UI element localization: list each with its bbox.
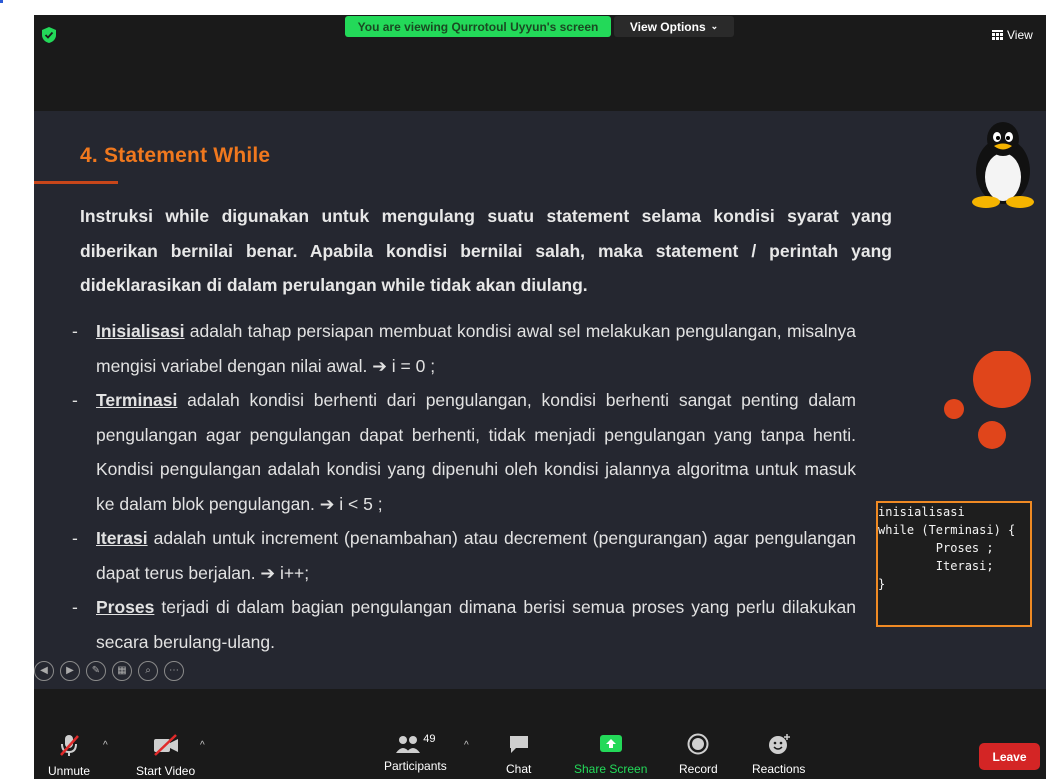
bullet-text: adalah tahap persiapan membuat kondisi a…	[96, 321, 856, 376]
bullet-list: - Inisialisasi adalah tahap persiapan mem…	[72, 314, 856, 659]
bullet-term: Proses	[96, 597, 155, 617]
participant-count: 49	[423, 733, 436, 745]
bullet-text: adalah untuk increment (penambahan) atau…	[96, 528, 856, 583]
list-item: - Terminasi adalah kondisi berhenti dari …	[72, 390, 856, 514]
bullet-text: adalah kondisi berhenti dari pengulangan…	[96, 390, 856, 514]
reactions-button[interactable]: Reactions	[752, 733, 805, 776]
participants-icon	[396, 736, 421, 753]
reactions-label: Reactions	[752, 762, 806, 776]
shared-slide: 4. Statement While Instruksi while digun…	[34, 111, 1046, 689]
screen-corner-marker	[0, 0, 3, 3]
more-icon[interactable]: ⋯	[164, 661, 184, 681]
view-options-button[interactable]: View Options ⌄	[614, 16, 734, 37]
participants-button[interactable]: 49 Participants	[384, 733, 447, 773]
chat-button[interactable]: Chat	[506, 733, 531, 776]
security-shield-icon[interactable]	[42, 27, 56, 43]
chevron-down-icon: ⌄	[710, 21, 719, 31]
start-video-label: Start Video	[136, 764, 196, 778]
pen-icon[interactable]: ✎	[86, 661, 106, 681]
slide-title: 4. Statement While	[80, 144, 271, 167]
share-screen-icon	[599, 735, 622, 752]
bullet-term: Terminasi	[96, 390, 178, 410]
code-line: while (Terminasi) {	[878, 523, 1016, 537]
audio-options-caret-icon[interactable]: ^	[103, 740, 108, 751]
chat-label: Chat	[506, 762, 532, 776]
record-icon	[687, 733, 709, 755]
list-item: - Inisialisasi adalah tahap persiapan mem…	[72, 321, 856, 376]
screen-share-banner: You are viewing Qurrotoul Uyyun's screen	[345, 16, 611, 37]
bullet-text: terjadi di dalam bagian pengulangan dima…	[96, 597, 856, 652]
decorative-circles	[944, 351, 1031, 449]
code-box: inisialisasi while (Terminasi) { Proses …	[876, 501, 1032, 627]
next-icon[interactable]: ▶	[60, 661, 80, 681]
share-screen-button[interactable]: Share Screen	[574, 733, 647, 776]
code-line: }	[878, 577, 886, 591]
code-line: Proses ;	[878, 541, 994, 555]
start-video-button[interactable]: Start Video	[136, 733, 195, 778]
chat-icon	[509, 736, 528, 753]
previous-icon[interactable]: ◀	[34, 661, 54, 681]
code-line: Iterasi;	[878, 559, 994, 573]
list-item: - Iterasi adalah untuk increment (penamba…	[72, 528, 856, 583]
view-button[interactable]: View	[992, 25, 1044, 45]
tux-penguin-image	[972, 122, 1034, 208]
title-underline	[34, 181, 118, 184]
leave-button[interactable]: Leave	[979, 743, 1040, 770]
zoom-meeting-window: You are viewing Qurrotoul Uyyun's screen…	[34, 15, 1046, 779]
participants-options-caret-icon[interactable]: ^	[464, 740, 469, 751]
share-screen-label: Share Screen	[574, 762, 648, 776]
code-line: inisialisasi	[878, 505, 965, 519]
microphone-muted-icon	[60, 735, 79, 756]
bullet-term: Iterasi	[96, 528, 148, 548]
list-item: - Proses terjadi di dalam bagian pengulan…	[72, 597, 856, 652]
slide-intro-paragraph: Instruksi while digunakan untuk mengulan…	[80, 206, 892, 295]
record-label: Record	[679, 762, 718, 776]
slides-icon[interactable]: ▦	[112, 661, 132, 681]
unmute-button[interactable]: Unmute	[48, 733, 90, 778]
slide-navigation-controls: ◀ ▶ ✎ ▦ ⌕ ⋯	[34, 661, 184, 681]
zoom-icon[interactable]: ⌕	[138, 661, 158, 681]
video-camera-off-icon	[153, 734, 178, 756]
reactions-smiley-icon	[768, 734, 790, 754]
unmute-label: Unmute	[48, 764, 91, 778]
view-options-label: View Options	[629, 19, 706, 34]
grid-view-icon	[992, 30, 1003, 40]
bullet-term: Inisialisasi	[96, 321, 185, 341]
meeting-toolbar: Unmute ^ Start Video ^ 49 Participants ^	[34, 723, 1046, 779]
video-options-caret-icon[interactable]: ^	[200, 740, 205, 751]
record-button[interactable]: Record	[679, 733, 718, 776]
view-label: View	[1007, 28, 1033, 42]
participants-label: Participants	[384, 759, 447, 773]
